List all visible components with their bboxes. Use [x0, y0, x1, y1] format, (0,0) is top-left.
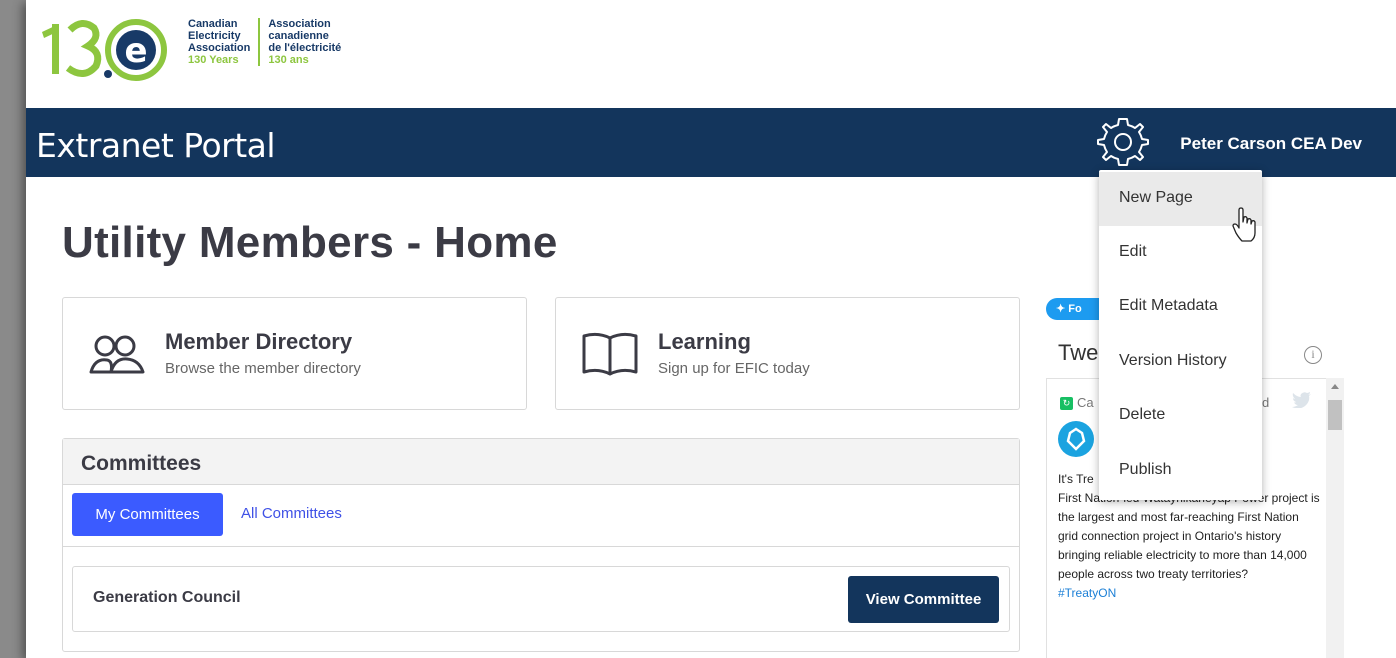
portal-title[interactable]: Extranet Portal [36, 126, 276, 165]
browser-page: e Canadian Electricity Association 130 Y… [26, 0, 1396, 658]
committees-heading: Committees [63, 439, 1019, 485]
logo-english: Canadian Electricity Association 130 Yea… [188, 18, 251, 66]
cea-130-logo-mark: e [42, 16, 178, 82]
timeline-scrollbar[interactable] [1326, 378, 1344, 658]
committees-tabs: My Committees All Committees [63, 485, 1019, 547]
tweet-author-suffix: d [1262, 395, 1270, 410]
view-committee-button[interactable]: View Committee [848, 576, 999, 623]
tab-all-committees[interactable]: All Committees [241, 505, 342, 522]
svg-text:e: e [124, 31, 147, 71]
card-subtitle: Sign up for EFIC today [658, 360, 810, 377]
menu-item-publish[interactable]: Publish [1099, 444, 1262, 498]
learning-card[interactable]: Learning Sign up for EFIC today [555, 297, 1020, 410]
menu-item-delete[interactable]: Delete [1099, 389, 1262, 443]
info-icon[interactable]: i [1304, 346, 1322, 364]
scroll-up-arrow-icon[interactable] [1331, 384, 1339, 389]
committee-name: Generation Council [93, 589, 241, 606]
twitter-widget-title: Twe [1058, 340, 1099, 365]
people-icon [87, 326, 147, 382]
twitter-bird-icon: ✦ [1056, 303, 1066, 315]
twitter-bird-icon[interactable] [1292, 392, 1312, 409]
scrollbar-thumb[interactable] [1328, 400, 1342, 430]
portal-header: Extranet Portal Peter Carson CEA Dev [26, 108, 1396, 177]
card-subtitle: Browse the member directory [165, 360, 361, 377]
card-title: Member Directory [165, 329, 353, 354]
menu-item-version-history[interactable]: Version History [1099, 335, 1262, 389]
menu-item-edit-metadata[interactable]: Edit Metadata [1099, 280, 1262, 334]
committee-row: Generation Council View Committee [72, 566, 1010, 632]
page-title: Utility Members - Home [62, 218, 558, 267]
hashtag-link[interactable]: #TreatyON [1058, 586, 1116, 600]
logo-french: Association canadienne de l'électricité … [258, 18, 349, 66]
cea-logo[interactable]: e Canadian Electricity Association 130 Y… [42, 16, 349, 86]
logo-wordmark: Canadian Electricity Association 130 Yea… [188, 18, 349, 66]
gear-icon[interactable] [1096, 114, 1150, 168]
tweet-author[interactable]: Ca [1077, 395, 1094, 410]
avatar[interactable] [1058, 421, 1094, 457]
member-directory-card[interactable]: Member Directory Browse the member direc… [62, 297, 527, 410]
book-icon [580, 326, 640, 382]
tab-my-committees[interactable]: My Committees [72, 493, 223, 536]
hand-pointer-cursor-icon [1232, 207, 1258, 243]
retweet-icon: ↻ [1060, 397, 1073, 410]
card-title: Learning [658, 329, 751, 354]
committees-panel: Committees My Committees All Committees … [62, 438, 1020, 652]
user-name[interactable]: Peter Carson CEA Dev [1180, 134, 1362, 154]
